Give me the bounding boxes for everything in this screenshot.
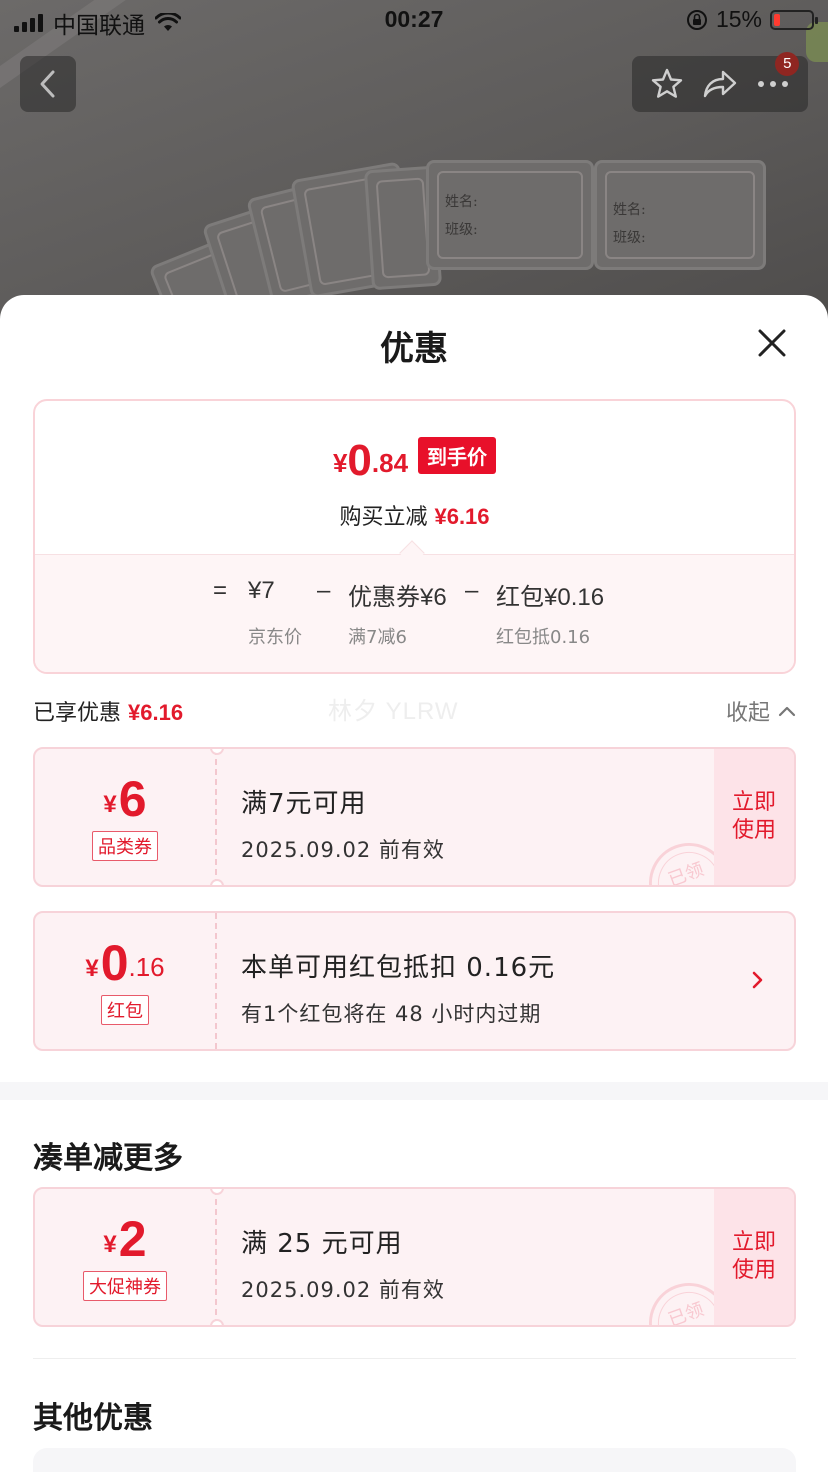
favorite-button[interactable] xyxy=(647,64,687,104)
equals-sign: = xyxy=(213,577,228,604)
enjoyed-discount: 已享优惠 ¥6.16 xyxy=(33,695,183,727)
price-summary-card: ¥ 0 .84 到手价 购买立减 ¥6.16 = ¥7 京东价 – 优惠券¥6 … xyxy=(33,399,796,674)
use-now-button[interactable]: 立即使用 xyxy=(714,749,794,885)
enjoyed-discount-label: 已享优惠 xyxy=(33,701,122,726)
back-button[interactable] xyxy=(20,56,76,112)
sheet-title: 优惠 xyxy=(380,329,448,369)
close-icon xyxy=(758,329,786,357)
final-price-currency: ¥ xyxy=(332,448,348,478)
section-divider xyxy=(0,1082,828,1100)
coupon-currency: ¥ xyxy=(103,791,117,818)
coupon-deduction: 优惠券¥6 xyxy=(348,584,447,611)
redpack-amount-integer: 0 xyxy=(100,935,129,991)
instant-reduction-value: ¥6.16 xyxy=(434,504,490,529)
background-name-sticker: 姓名: 班级: xyxy=(426,160,594,270)
top-action-group: 5 xyxy=(632,52,808,112)
more-button[interactable]: 5 xyxy=(753,52,800,104)
coupon-card: ¥ 2 大促神券 满 25 元可用 2025.09.02 前有效 已领 立即使用 xyxy=(33,1187,796,1327)
star-icon xyxy=(651,68,682,98)
coupon-card: ¥ 6 品类券 满7元可用 2025.09.02 前有效 已领 立即使用 xyxy=(33,747,796,887)
background-name-sticker: 姓名: 班级: xyxy=(594,160,766,270)
coupon-condition: 满 25 元可用 xyxy=(241,1229,403,1259)
more-dots-icon xyxy=(758,81,789,87)
redpack-currency: ¥ xyxy=(85,955,99,982)
collapse-label: 收起 xyxy=(725,701,770,726)
message-count-badge: 5 xyxy=(775,52,800,76)
use-now-label: 立即使用 xyxy=(731,790,776,843)
section-divider xyxy=(33,1358,796,1359)
use-now-button[interactable]: 立即使用 xyxy=(714,1189,794,1325)
product-image-background: 姓名: 班级: 姓名: 班级: xyxy=(0,0,828,330)
sticker-class-text: 班级: xyxy=(445,222,478,238)
coupon-type-tag: 大促神券 xyxy=(83,1271,167,1301)
coupon-amount-integer: 6 xyxy=(118,771,147,827)
coupon-amount: ¥ 6 xyxy=(103,773,146,825)
more-discount-section-title: 凑单减更多 xyxy=(33,1141,183,1176)
instant-reduction: 购买立减 ¥6.16 xyxy=(35,499,794,531)
use-now-label: 立即使用 xyxy=(731,1230,776,1283)
coupon-deduction-label: 满7减6 xyxy=(348,627,407,648)
coupon-validity: 2025.09.02 前有效 xyxy=(241,1278,445,1302)
redpack-expiry-note: 有1个红包将在 48 小时内过期 xyxy=(241,1002,542,1026)
base-price: ¥7 xyxy=(248,577,275,604)
instant-reduction-label: 购买立减 xyxy=(339,505,428,530)
battery-icon xyxy=(770,9,818,30)
other-discount-section-title: 其他优惠 xyxy=(33,1401,153,1436)
status-bar: 中国联通 00:27 15% xyxy=(0,0,828,42)
base-price-label: 京东价 xyxy=(248,627,302,648)
watermark-text: 林夕 YLRW xyxy=(328,698,459,725)
ticket-notch xyxy=(210,1189,224,1195)
sticker-name-text: 姓名: xyxy=(613,202,646,218)
redpack-deduction: 红包¥0.16 xyxy=(496,584,605,611)
redpack-deduction-label: 红包抵0.16 xyxy=(496,627,591,648)
final-price-decimal: .84 xyxy=(371,448,409,478)
battery-percent: 15% xyxy=(715,6,762,32)
ticket-notch xyxy=(210,879,224,885)
final-price-tag: 到手价 xyxy=(418,437,497,474)
redpack-condition: 本单可用红包抵扣 0.16元 xyxy=(241,953,556,983)
coupon-type-tag: 品类券 xyxy=(92,831,158,861)
final-price-integer: 0 xyxy=(347,436,372,485)
chevron-up-icon xyxy=(778,706,796,717)
price-breakdown: = ¥7 京东价 – 优惠券¥6 满7减6 – 红包¥0.16 红包抵0.16 xyxy=(35,554,794,672)
coupon-currency: ¥ xyxy=(103,1231,117,1258)
ticket-notch xyxy=(210,749,224,755)
chevron-left-icon xyxy=(40,70,55,98)
rotation-lock-icon xyxy=(686,9,707,30)
coupon-amount: ¥ 2 xyxy=(103,1213,146,1265)
minus-sign: – xyxy=(317,577,331,604)
coupon-validity: 2025.09.02 前有效 xyxy=(241,838,445,862)
redpack-amount-decimal: .16 xyxy=(128,952,165,982)
share-button[interactable] xyxy=(700,64,740,104)
chevron-right-icon xyxy=(752,971,763,989)
collapse-toggle[interactable]: 收起 xyxy=(726,695,796,727)
coupon-condition: 满7元可用 xyxy=(241,789,367,819)
sticker-class-text: 班级: xyxy=(613,230,646,246)
coupon-amount-integer: 2 xyxy=(118,1211,147,1267)
enjoyed-discount-value: ¥6.16 xyxy=(128,700,184,725)
other-discount-card xyxy=(33,1448,796,1472)
minus-sign: – xyxy=(465,577,479,604)
share-icon xyxy=(703,70,737,98)
discount-sheet: 优惠 ¥ 0 .84 到手价 购买立减 ¥6.16 = ¥7 京东价 – 优惠券… xyxy=(0,295,828,1472)
ticket-notch xyxy=(210,1319,224,1325)
redpack-type-tag: 红包 xyxy=(101,995,149,1025)
redpack-card[interactable]: ¥ 0 .16 红包 本单可用红包抵扣 0.16元 有1个红包将在 48 小时内… xyxy=(33,911,796,1051)
sticker-name-text: 姓名: xyxy=(445,194,478,210)
redpack-amount: ¥ 0 .16 xyxy=(85,937,164,989)
close-button[interactable] xyxy=(754,325,790,361)
final-price: ¥ 0 .84 xyxy=(333,439,408,483)
